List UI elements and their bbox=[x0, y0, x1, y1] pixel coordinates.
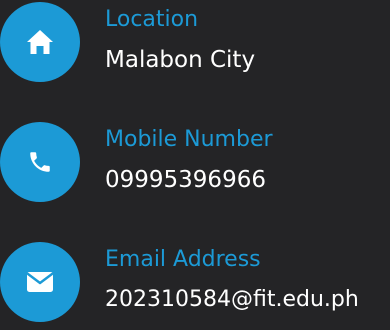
email-label: Email Address bbox=[105, 247, 261, 272]
phone-icon bbox=[30, 152, 50, 172]
home-icon bbox=[27, 30, 53, 54]
mobile-icon-badge bbox=[0, 122, 80, 202]
contact-item-mobile: Mobile Number 09995396966 bbox=[0, 120, 390, 210]
location-label: Location bbox=[105, 7, 199, 32]
mobile-value: 09995396966 bbox=[105, 167, 266, 193]
email-value[interactable]: 202310584@fit.edu.ph bbox=[105, 284, 359, 316]
location-value: Malabon City bbox=[105, 47, 256, 73]
envelope-icon bbox=[26, 272, 54, 292]
contact-item-location: Location Malabon City bbox=[0, 0, 390, 90]
location-icon-badge bbox=[0, 2, 80, 82]
email-icon-badge bbox=[0, 242, 80, 322]
mobile-label: Mobile Number bbox=[105, 127, 273, 152]
contact-item-email: Email Address 202310584@fit.edu.ph bbox=[0, 240, 390, 330]
